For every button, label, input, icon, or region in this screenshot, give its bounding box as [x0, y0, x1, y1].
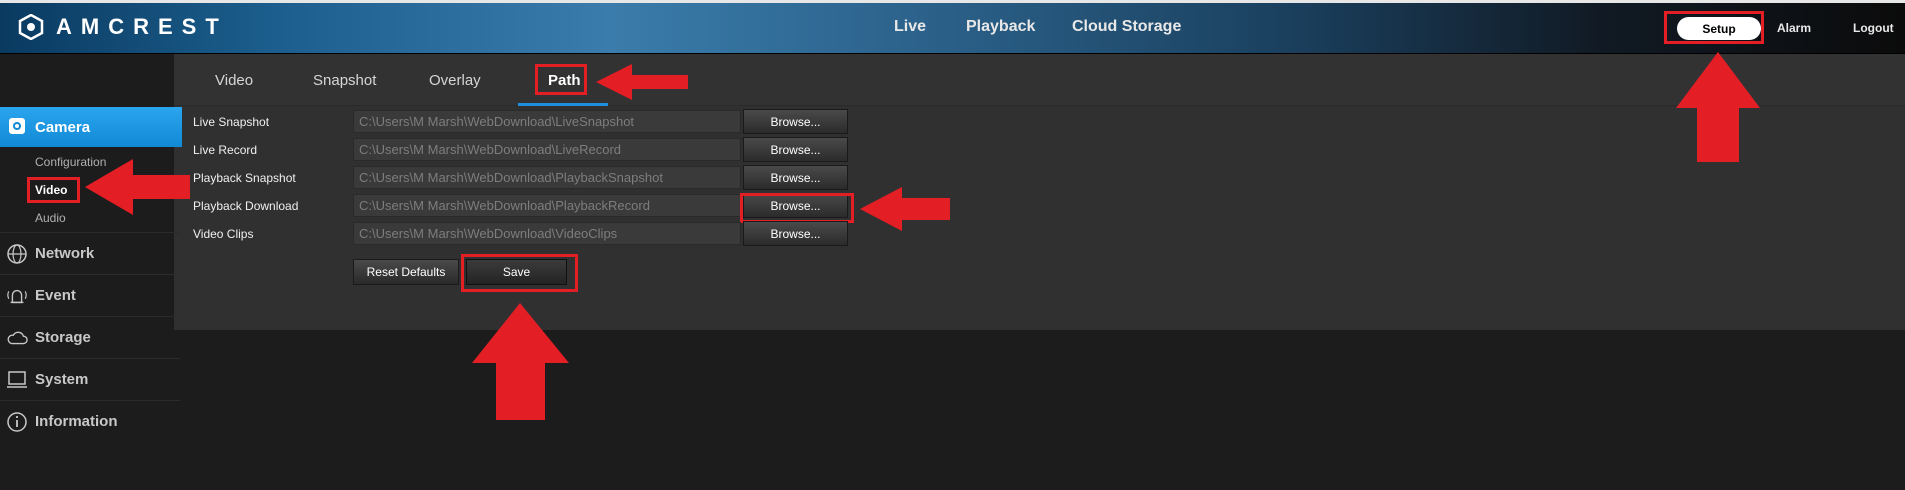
tab-video[interactable]: Video	[215, 72, 253, 89]
tab-snapshot[interactable]: Snapshot	[313, 72, 376, 89]
logout-link[interactable]: Logout	[1853, 21, 1894, 35]
live-snapshot-browse-button[interactable]: Browse...	[743, 109, 848, 134]
header-bar: AMCREST Live Playback Cloud Storage Setu…	[0, 0, 1905, 54]
row-label-playback-download: Playback Download	[193, 199, 299, 213]
network-icon	[6, 243, 28, 265]
sidebar-item-label: Storage	[35, 329, 91, 346]
video-clips-browse-button[interactable]: Browse...	[743, 221, 848, 246]
amcrest-setup-page: AMCREST Live Playback Cloud Storage Setu…	[0, 0, 1905, 490]
sidebar-item-network[interactable]: Network	[0, 232, 180, 274]
sidebar-item-storage[interactable]: Storage	[0, 316, 180, 358]
browse-arrow	[860, 187, 950, 231]
path-tab-arrow	[596, 64, 688, 100]
setup-arrow	[1676, 52, 1760, 162]
sidebar-sub-audio[interactable]: Audio	[35, 211, 66, 225]
sidebar-item-label: System	[35, 371, 89, 388]
nav-cloud-storage[interactable]: Cloud Storage	[1072, 0, 1181, 54]
setup-highlight-box	[1664, 11, 1764, 44]
live-snapshot-path-field: C:\Users\M Marsh\WebDownload\LiveSnapsho…	[353, 110, 741, 133]
row-label-video-clips: Video Clips	[193, 227, 254, 241]
logo-text: AMCREST	[56, 14, 228, 39]
storage-icon	[6, 327, 28, 349]
event-icon	[6, 285, 28, 307]
playback-snapshot-path-field: C:\Users\M Marsh\WebDownload\PlaybackSna…	[353, 166, 741, 189]
row-label-playback-snapshot: Playback Snapshot	[193, 171, 296, 185]
sidebar-item-information[interactable]: Information	[0, 400, 180, 442]
nav-playback[interactable]: Playback	[966, 0, 1035, 54]
sidebar-item-label: Event	[35, 287, 76, 304]
path-tab-highlight-box	[535, 64, 587, 95]
live-record-browse-button[interactable]: Browse...	[743, 137, 848, 162]
reset-defaults-button[interactable]: Reset Defaults	[353, 259, 459, 285]
row-label-live-record: Live Record	[193, 143, 258, 157]
live-record-path-field: C:\Users\M Marsh\WebDownload\LiveRecord	[353, 138, 741, 161]
sidebar-item-label: Camera	[35, 118, 91, 136]
save-arrow	[472, 303, 569, 420]
video-sub-arrow	[85, 159, 190, 215]
camera-icon	[6, 116, 28, 138]
playback-download-path-field: C:\Users\M Marsh\WebDownload\PlaybackRec…	[353, 194, 741, 217]
sidebar-item-label: Information	[35, 413, 118, 430]
information-icon	[6, 411, 28, 433]
nav-live[interactable]: Live	[894, 0, 926, 54]
row-label-live-snapshot: Live Snapshot	[193, 115, 270, 129]
browse-highlight-box	[740, 193, 854, 223]
video-highlight-box	[27, 177, 80, 203]
sidebar-item-camera[interactable]: Camera	[0, 107, 182, 147]
alarm-link[interactable]: Alarm	[1777, 21, 1811, 35]
save-highlight-box	[461, 254, 578, 292]
tab-overlay[interactable]: Overlay	[429, 72, 481, 89]
sidebar-item-system[interactable]: System	[0, 358, 180, 400]
logo: AMCREST	[18, 14, 228, 40]
sidebar-item-event[interactable]: Event	[0, 274, 180, 316]
logo-mark-icon	[18, 14, 44, 40]
system-icon	[6, 369, 28, 391]
video-clips-path-field: C:\Users\M Marsh\WebDownload\VideoClips	[353, 222, 741, 245]
playback-snapshot-browse-button[interactable]: Browse...	[743, 165, 848, 190]
sidebar-item-label: Network	[35, 245, 95, 262]
active-tab-underline	[518, 103, 608, 106]
